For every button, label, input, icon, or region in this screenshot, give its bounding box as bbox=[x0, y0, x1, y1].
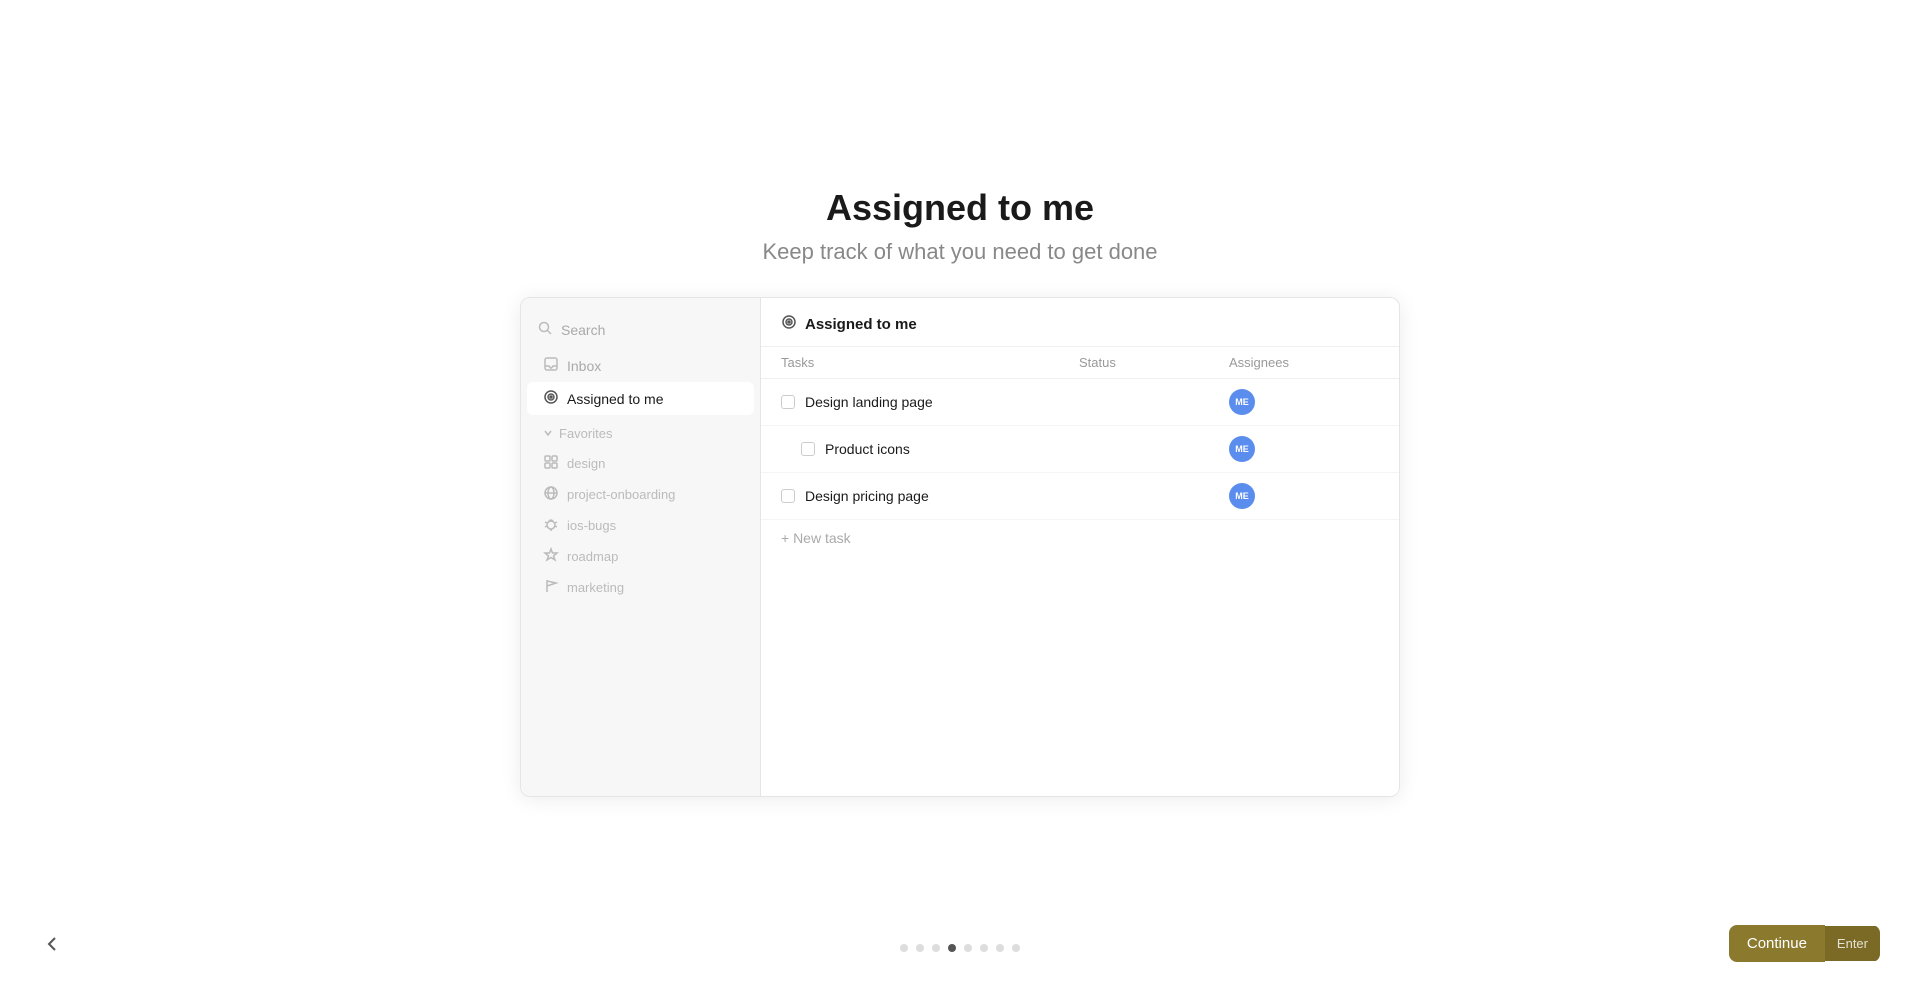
task-label-2: Product icons bbox=[825, 441, 910, 457]
page-title: Assigned to me bbox=[762, 187, 1157, 229]
task-label-1: Design landing page bbox=[805, 394, 933, 410]
avatar-2: ME bbox=[1229, 436, 1255, 462]
col-status: Status bbox=[1079, 355, 1229, 370]
continue-enter-key: Enter bbox=[1825, 926, 1880, 961]
search-label: Search bbox=[561, 322, 605, 338]
content-area: Assigned to me Tasks Status Assignees De… bbox=[761, 298, 1399, 796]
col-assignees: Assignees bbox=[1229, 355, 1379, 370]
table-row[interactable]: Design pricing page ME bbox=[761, 473, 1399, 520]
task-assignee-3: ME bbox=[1229, 483, 1379, 509]
continue-button[interactable]: Continue Enter bbox=[1729, 925, 1880, 962]
task-label-3: Design pricing page bbox=[805, 488, 929, 504]
project-onboarding-label: project-onboarding bbox=[567, 487, 675, 502]
favorites-label: Favorites bbox=[559, 426, 612, 441]
dot-6[interactable] bbox=[980, 944, 988, 952]
search-icon bbox=[537, 320, 553, 339]
page-subtitle: Keep track of what you need to get done bbox=[762, 239, 1157, 265]
target-icon bbox=[543, 389, 559, 408]
chevron-down-icon bbox=[543, 426, 553, 441]
roadmap-label: roadmap bbox=[567, 549, 618, 564]
globe-icon bbox=[543, 485, 559, 504]
task-checkbox-2[interactable] bbox=[801, 442, 815, 456]
new-task-label: + New task bbox=[781, 530, 851, 546]
content-title: Assigned to me bbox=[805, 316, 917, 333]
sidebar-item-inbox[interactable]: Inbox bbox=[527, 349, 754, 382]
sidebar-item-marketing[interactable]: marketing bbox=[527, 572, 754, 603]
ios-bugs-label: ios-bugs bbox=[567, 518, 616, 533]
dot-5[interactable] bbox=[964, 944, 972, 952]
assigned-label: Assigned to me bbox=[567, 391, 664, 407]
bug-icon bbox=[543, 516, 559, 535]
task-name-1: Design landing page bbox=[781, 394, 1079, 410]
dot-1[interactable] bbox=[900, 944, 908, 952]
table-header: Tasks Status Assignees bbox=[761, 347, 1399, 379]
task-assignee-2: ME bbox=[1229, 436, 1379, 462]
star-icon bbox=[543, 547, 559, 566]
design-label: design bbox=[567, 456, 605, 471]
favorites-section: Favorites bbox=[527, 419, 754, 448]
sidebar-item-roadmap[interactable]: roadmap bbox=[527, 541, 754, 572]
table-row[interactable]: Product icons ME bbox=[761, 426, 1399, 473]
task-name-3: Design pricing page bbox=[781, 488, 1079, 504]
dot-7[interactable] bbox=[996, 944, 1004, 952]
inbox-icon bbox=[543, 356, 559, 375]
task-assignee-1: ME bbox=[1229, 389, 1379, 415]
content-target-icon bbox=[781, 314, 797, 334]
sidebar-item-design[interactable]: design bbox=[527, 448, 754, 479]
dot-2[interactable] bbox=[916, 944, 924, 952]
dot-3[interactable] bbox=[932, 944, 940, 952]
grid-icon bbox=[543, 454, 559, 473]
pagination bbox=[0, 944, 1920, 952]
sidebar-item-ios-bugs[interactable]: ios-bugs bbox=[527, 510, 754, 541]
continue-label: Continue bbox=[1729, 925, 1825, 962]
dot-4[interactable] bbox=[948, 944, 956, 952]
task-name-2: Product icons bbox=[781, 441, 1079, 457]
sidebar: Search Inbox Assigned to me bbox=[521, 298, 761, 796]
col-tasks: Tasks bbox=[781, 355, 1079, 370]
sidebar-item-assigned[interactable]: Assigned to me bbox=[527, 382, 754, 415]
sidebar-item-search[interactable]: Search bbox=[521, 314, 760, 345]
sidebar-item-project-onboarding[interactable]: project-onboarding bbox=[527, 479, 754, 510]
table-row[interactable]: Design landing page ME bbox=[761, 379, 1399, 426]
content-header: Assigned to me bbox=[761, 298, 1399, 347]
avatar-1: ME bbox=[1229, 389, 1255, 415]
task-checkbox-1[interactable] bbox=[781, 395, 795, 409]
marketing-label: marketing bbox=[567, 580, 624, 595]
inbox-label: Inbox bbox=[567, 358, 601, 374]
dot-8[interactable] bbox=[1012, 944, 1020, 952]
page-header: Assigned to me Keep track of what you ne… bbox=[762, 187, 1157, 265]
avatar-3: ME bbox=[1229, 483, 1255, 509]
main-container: Search Inbox Assigned to me bbox=[520, 297, 1400, 797]
new-task-button[interactable]: + New task bbox=[761, 520, 1399, 556]
flag-icon bbox=[543, 578, 559, 597]
task-checkbox-3[interactable] bbox=[781, 489, 795, 503]
